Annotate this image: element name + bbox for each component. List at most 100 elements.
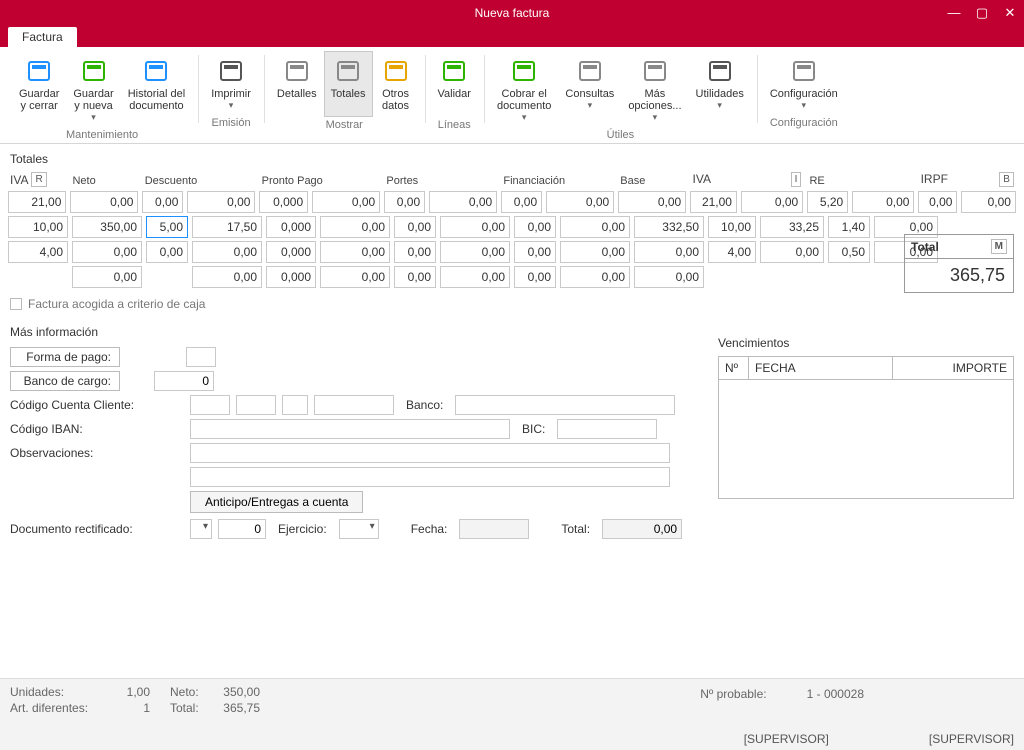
totals-cell[interactable]: 0,00 bbox=[70, 191, 138, 213]
badge-m[interactable]: M bbox=[991, 239, 1007, 254]
badge-i[interactable]: I bbox=[791, 172, 802, 187]
totals-cell[interactable]: 4,00 bbox=[708, 241, 756, 263]
configuracion-button[interactable]: Configuración▾ bbox=[763, 51, 845, 115]
totals-cell[interactable]: 0,00 bbox=[514, 266, 556, 288]
forma-pago-label[interactable]: Forma de pago: bbox=[10, 347, 120, 367]
mas-opciones-button[interactable]: Másopciones...▾ bbox=[621, 51, 688, 127]
totals-cell[interactable]: 0,000 bbox=[259, 191, 308, 213]
totals-cell[interactable]: 0,00 bbox=[72, 241, 142, 263]
totals-cell[interactable]: 0,00 bbox=[440, 216, 510, 238]
ccc-4[interactable] bbox=[314, 395, 394, 415]
cobrar-button[interactable]: Cobrar eldocumento▾ bbox=[490, 51, 558, 127]
totals-cell[interactable]: 0,00 bbox=[192, 241, 262, 263]
historial-button[interactable]: Historial deldocumento bbox=[121, 51, 192, 127]
ccc-3[interactable] bbox=[282, 395, 308, 415]
totals-cell[interactable]: 0,00 bbox=[514, 241, 556, 263]
totals-cell[interactable]: 0,00 bbox=[560, 216, 630, 238]
ejercicio-select[interactable] bbox=[339, 519, 379, 539]
totals-cell[interactable]: 0,00 bbox=[187, 191, 255, 213]
totals-cell[interactable]: 1,40 bbox=[828, 216, 870, 238]
banco-cargo-label[interactable]: Banco de cargo: bbox=[10, 371, 120, 391]
totals-cell[interactable]: 0,00 bbox=[634, 266, 704, 288]
iban-input[interactable] bbox=[190, 419, 510, 439]
vencimientos-body[interactable] bbox=[719, 380, 1013, 498]
ccc-2[interactable] bbox=[236, 395, 276, 415]
totals-cell[interactable]: 0,00 bbox=[440, 266, 510, 288]
totals-cell[interactable]: 0,00 bbox=[634, 241, 704, 263]
totals-cell[interactable]: 0,00 bbox=[320, 266, 390, 288]
totals-cell[interactable]: 0,00 bbox=[142, 191, 183, 213]
totals-cell[interactable]: 0,00 bbox=[760, 241, 824, 263]
totals-cell[interactable]: 0,00 bbox=[320, 216, 390, 238]
totals-cell[interactable]: 0,00 bbox=[394, 216, 436, 238]
totals-cell[interactable]: 0,00 bbox=[146, 241, 188, 263]
doc-rect-serie[interactable] bbox=[190, 519, 212, 539]
totals-cell[interactable]: 0,00 bbox=[501, 191, 542, 213]
totals-cell[interactable]: 0,00 bbox=[429, 191, 497, 213]
th-pronto-pago: Pronto Pago bbox=[260, 173, 381, 189]
ccc-1[interactable] bbox=[190, 395, 230, 415]
guardar-nueva-button[interactable]: Guardary nueva▾ bbox=[66, 51, 120, 127]
criterio-caja-checkbox[interactable] bbox=[10, 298, 22, 310]
otros-datos-button[interactable]: Otrosdatos bbox=[373, 51, 419, 117]
totals-cell[interactable]: 0,00 bbox=[394, 266, 436, 288]
totals-cell[interactable]: 0,00 bbox=[741, 191, 803, 213]
validar-button[interactable]: Validar bbox=[431, 51, 478, 117]
totals-cell[interactable]: 10,00 bbox=[8, 216, 68, 238]
anticipo-button[interactable]: Anticipo/Entregas a cuenta bbox=[190, 491, 363, 513]
totals-cell[interactable]: 0,00 bbox=[618, 191, 686, 213]
totals-cell[interactable]: 0,00 bbox=[546, 191, 614, 213]
doc-rect-num[interactable] bbox=[218, 519, 266, 539]
totals-cell[interactable]: 0,00 bbox=[852, 191, 914, 213]
totals-cell[interactable]: 0,000 bbox=[266, 266, 316, 288]
totales-icon bbox=[333, 56, 363, 86]
totals-cell[interactable]: 0,00 bbox=[918, 191, 957, 213]
minimize-button[interactable]: — bbox=[940, 0, 968, 25]
close-button[interactable]: ✕ bbox=[996, 0, 1024, 25]
totales-button[interactable]: Totales bbox=[324, 51, 373, 117]
totals-cell[interactable]: 0,00 bbox=[72, 266, 142, 288]
totals-cell[interactable]: 0,000 bbox=[266, 241, 316, 263]
badge-r[interactable]: R bbox=[31, 172, 46, 187]
totals-cell[interactable]: 332,50 bbox=[634, 216, 704, 238]
totals-cell[interactable]: 21,00 bbox=[690, 191, 737, 213]
tab-factura[interactable]: Factura bbox=[8, 27, 77, 47]
ribbon: Guardary cerrarGuardary nueva▾Historial … bbox=[0, 47, 1024, 144]
totals-cell[interactable]: 0,00 bbox=[394, 241, 436, 263]
totals-cell[interactable]: 0,00 bbox=[312, 191, 380, 213]
totals-cell[interactable]: 350,00 bbox=[72, 216, 142, 238]
total-rect-input[interactable] bbox=[602, 519, 682, 539]
totals-cell[interactable]: 17,50 bbox=[192, 216, 262, 238]
totals-cell[interactable]: 0,000 bbox=[266, 216, 316, 238]
badge-b[interactable]: B bbox=[999, 172, 1014, 187]
totals-cell[interactable]: 0,00 bbox=[440, 241, 510, 263]
observaciones-input-1[interactable] bbox=[190, 443, 670, 463]
totals-cell[interactable]: 33,25 bbox=[760, 216, 824, 238]
totals-cell[interactable]: 4,00 bbox=[8, 241, 68, 263]
fecha-input[interactable] bbox=[459, 519, 529, 539]
totals-cell[interactable]: 10,00 bbox=[708, 216, 756, 238]
consultas-button[interactable]: Consultas▾ bbox=[558, 51, 621, 127]
banco-cargo-input[interactable] bbox=[154, 371, 214, 391]
totals-cell[interactable]: 0,00 bbox=[961, 191, 1016, 213]
totals-cell[interactable]: 0,00 bbox=[560, 241, 630, 263]
totals-cell[interactable]: 5,20 bbox=[807, 191, 848, 213]
totals-cell[interactable]: 0,00 bbox=[514, 216, 556, 238]
totals-cell[interactable]: 21,00 bbox=[8, 191, 66, 213]
totals-cell[interactable]: 0,00 bbox=[192, 266, 262, 288]
totals-cell[interactable]: 0,00 bbox=[560, 266, 630, 288]
guardar-cerrar-button[interactable]: Guardary cerrar bbox=[12, 51, 66, 127]
totals-row: 21,000,000,000,000,0000,000,000,000,000,… bbox=[8, 191, 1016, 213]
totals-cell[interactable]: 0,00 bbox=[384, 191, 425, 213]
forma-pago-input[interactable] bbox=[186, 347, 216, 367]
banco-input[interactable] bbox=[455, 395, 675, 415]
totals-cell[interactable]: 0,50 bbox=[828, 241, 870, 263]
maximize-button[interactable]: ▢ bbox=[968, 0, 996, 25]
observaciones-input-2[interactable] bbox=[190, 467, 670, 487]
totals-cell[interactable]: 0,00 bbox=[320, 241, 390, 263]
utilidades-button[interactable]: Utilidades▾ bbox=[689, 51, 751, 127]
bic-input[interactable] bbox=[557, 419, 657, 439]
imprimir-button[interactable]: Imprimir▾ bbox=[204, 51, 258, 115]
totals-cell[interactable]: 5,00 bbox=[146, 216, 188, 238]
detalles-button[interactable]: Detalles bbox=[270, 51, 324, 117]
